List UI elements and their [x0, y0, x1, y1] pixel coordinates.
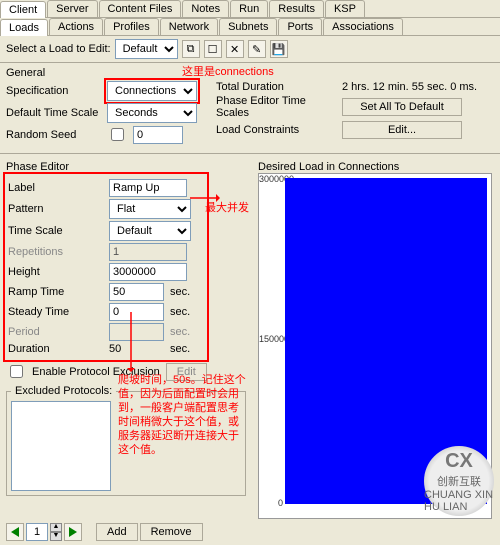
dur-unit: sec. [170, 343, 190, 355]
tab-network[interactable]: Network [160, 18, 218, 35]
excluded-legend: Excluded Protocols: [11, 385, 116, 397]
total-duration-label: Total Duration [216, 81, 336, 93]
excluded-list[interactable] [11, 401, 111, 491]
watermark-logo: CX 创新互联 CHUANG XIN HU LIAN [424, 446, 494, 516]
ytick-max: 3000000 [259, 174, 283, 184]
select-load-label: Select a Load to Edit: [6, 43, 111, 55]
phase-label-input[interactable] [109, 179, 187, 197]
label-l: Label [8, 182, 103, 194]
specification-select[interactable]: Connections [107, 81, 197, 101]
next-phase-button[interactable] [64, 523, 82, 541]
prev-phase-button[interactable] [6, 523, 24, 541]
seed-label: Random Seed [6, 129, 101, 141]
dts-label: Default Time Scale [6, 107, 101, 119]
phase-editor-heading: Phase Editor [6, 161, 246, 173]
tab-notes[interactable]: Notes [182, 0, 229, 17]
tab-profiles[interactable]: Profiles [104, 18, 159, 35]
toolbar: Select a Load to Edit: Default ⧉ ☐ ✕ ✎ 💾 [0, 36, 500, 63]
load-constraints-label: Load Constraints [216, 124, 336, 136]
total-duration-value: 2 hrs. 12 min. 55 sec. 0 ms. [342, 81, 477, 93]
tab-loads[interactable]: Loads [0, 19, 48, 36]
ts-l: Time Scale [8, 225, 103, 237]
tabs-primary: Client Server Content Files Notes Run Re… [0, 0, 500, 18]
ytick-mid: 1500000 [259, 334, 283, 344]
spec-label: Specification [6, 85, 101, 97]
rename-icon[interactable]: ✎ [248, 40, 266, 58]
ramp-time-input[interactable] [109, 283, 164, 301]
edit-constraints-button[interactable]: Edit... [342, 121, 462, 139]
random-seed-checkbox[interactable] [111, 128, 124, 141]
steady-unit: sec. [170, 306, 190, 318]
tab-client[interactable]: Client [0, 1, 46, 18]
tab-ports[interactable]: Ports [278, 18, 322, 35]
remove-phase-button[interactable]: Remove [140, 523, 203, 541]
copy-icon[interactable]: ⧉ [182, 40, 200, 58]
load-profile-select[interactable]: Default [115, 39, 178, 59]
annot-connections: 这里是connections [182, 63, 274, 79]
chart-title: Desired Load in Connections [258, 161, 494, 173]
default-time-scale-select[interactable]: Seconds [107, 103, 197, 123]
height-l: Height [8, 266, 103, 278]
save-icon[interactable]: 💾 [270, 40, 288, 58]
phase-index-input[interactable] [26, 523, 48, 541]
ytick-min: 0 [259, 498, 283, 508]
pets-label: Phase Editor Time Scales [216, 95, 336, 119]
annot-max: 最大并发 [205, 199, 249, 215]
rep-l: Repetitions [8, 246, 103, 258]
tab-server[interactable]: Server [47, 0, 97, 17]
enable-protocol-exclusion-checkbox[interactable] [10, 365, 23, 378]
duration-value: 50 [109, 343, 164, 355]
dur-l: Duration [8, 343, 103, 355]
pattern-select[interactable]: Flat [109, 199, 191, 219]
repetitions-input [109, 243, 187, 261]
period-l: Period [8, 326, 103, 338]
phase-spinner[interactable]: ▲▼ [50, 523, 62, 541]
steady-time-input[interactable] [109, 303, 164, 321]
period-unit: sec. [170, 326, 190, 338]
tab-results[interactable]: Results [269, 0, 324, 17]
time-scale-select[interactable]: Default [109, 221, 191, 241]
steady-l: Steady Time [8, 306, 103, 318]
ramp-unit: sec. [170, 286, 190, 298]
tabs-secondary: Loads Actions Profiles Network Subnets P… [0, 18, 500, 36]
period-input [109, 323, 164, 341]
delete-icon[interactable]: ✕ [226, 40, 244, 58]
random-seed-input[interactable] [133, 126, 183, 144]
ramp-l: Ramp Time [8, 286, 103, 298]
height-input[interactable] [109, 263, 187, 281]
tab-run[interactable]: Run [230, 0, 268, 17]
new-icon[interactable]: ☐ [204, 40, 222, 58]
tab-content-files[interactable]: Content Files [99, 0, 182, 17]
nav-toolbar: ▲▼ Add Remove [0, 519, 500, 545]
annot-ramp: 爬坡时间，50s。记住这个值，因为后面配置时会用到，一般客户端配置思考时间稍微大… [118, 373, 248, 457]
set-all-default-button[interactable]: Set All To Default [342, 98, 462, 116]
tab-ksp[interactable]: KSP [325, 0, 365, 17]
tab-subnets[interactable]: Subnets [219, 18, 277, 35]
pattern-l: Pattern [8, 203, 103, 215]
tab-associations[interactable]: Associations [323, 18, 403, 35]
add-phase-button[interactable]: Add [96, 523, 138, 541]
tab-actions[interactable]: Actions [49, 18, 103, 35]
